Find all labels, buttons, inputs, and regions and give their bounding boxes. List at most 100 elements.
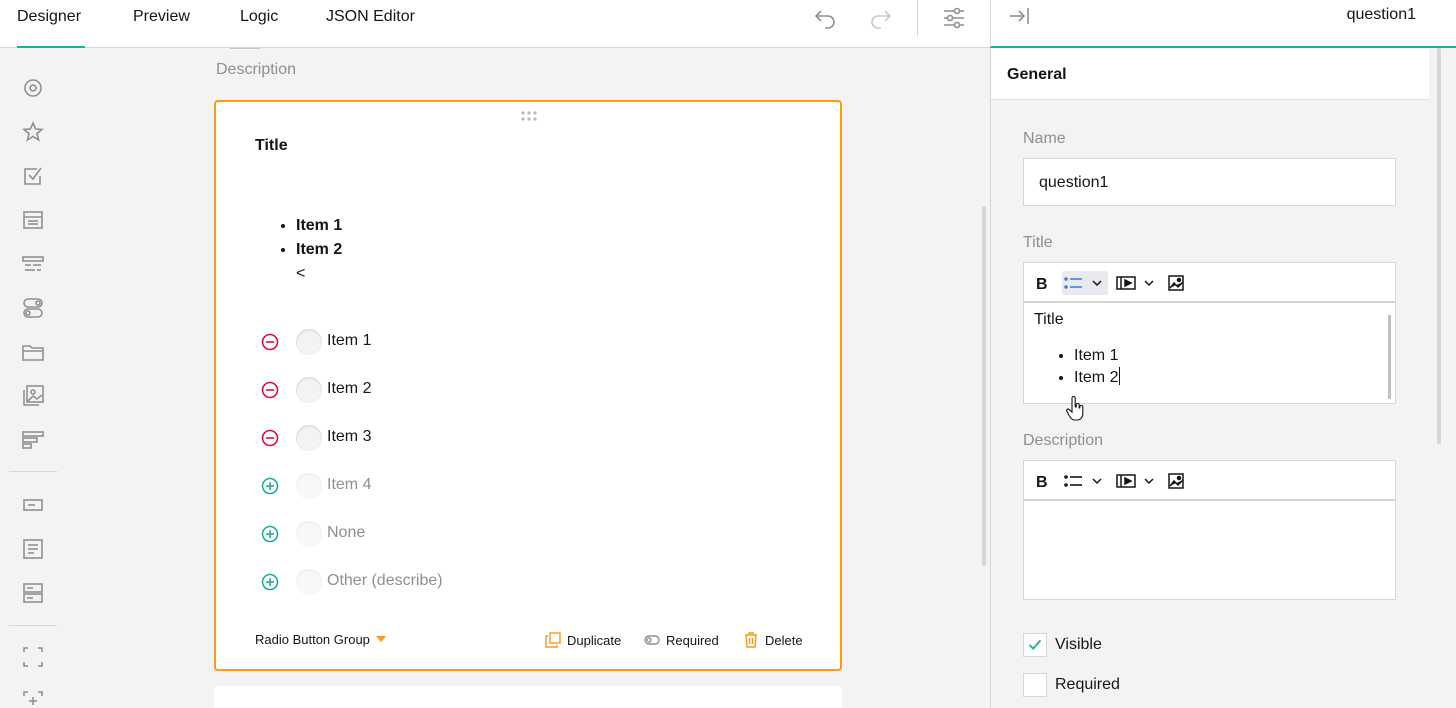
property-panel-scrollbar[interactable]: [1437, 48, 1441, 444]
top-bar: Designer Preview Logic JSON Editor: [0, 0, 990, 48]
duplicate-button[interactable]: Duplicate: [545, 628, 621, 652]
radio-button[interactable]: [296, 521, 322, 547]
title-editor-scrollbar[interactable]: [1388, 315, 1391, 399]
image-icon[interactable]: [1168, 271, 1184, 295]
ranking-icon[interactable]: [21, 428, 45, 452]
tab-preview-label: Preview: [133, 8, 190, 25]
page-description[interactable]: Description: [216, 61, 296, 79]
description-editor-content[interactable]: [1023, 500, 1396, 600]
tab-designer-label: Designer: [17, 8, 82, 25]
required-label: Required: [1055, 676, 1120, 693]
canvas-scrollbar[interactable]: [982, 206, 986, 566]
choice-label[interactable]: Item 3: [327, 428, 371, 446]
next-question-card[interactable]: [214, 686, 842, 708]
trash-icon: [745, 632, 757, 648]
media-embed-button[interactable]: [1116, 469, 1154, 493]
chevron-down-icon: [1092, 280, 1102, 287]
bold-icon[interactable]: B: [1034, 271, 1050, 295]
title-label: Title: [1023, 234, 1053, 251]
title-editor-list-item: Item 2: [1074, 367, 1121, 389]
required-toggle[interactable]: Required: [644, 628, 719, 652]
delete-label: Delete: [765, 632, 803, 648]
chevron-down-icon: [1092, 478, 1102, 485]
image-icon[interactable]: [1168, 469, 1184, 493]
design-canvas: Description Title Item 1 Item 2 < Item 1…: [66, 48, 990, 708]
bold-icon[interactable]: B: [1034, 469, 1050, 493]
choice-label[interactable]: Item 4: [327, 476, 371, 494]
question-card-selected[interactable]: Title Item 1 Item 2 < Item 1Item 2Item 3…: [214, 100, 842, 671]
description-editor-toolbar: B: [1023, 460, 1396, 500]
bulleted-list-button[interactable]: [1062, 469, 1108, 493]
remove-choice-icon[interactable]: [261, 429, 279, 447]
radio-button[interactable]: [296, 473, 322, 499]
bulleted-list-icon: [1064, 475, 1082, 487]
choice-item[interactable]: Other (describe): [261, 568, 661, 596]
property-panel-header: question1: [990, 0, 1456, 48]
question-title[interactable]: Title: [255, 137, 288, 155]
checkbox-icon[interactable]: [21, 164, 45, 188]
undo-icon[interactable]: [813, 6, 837, 30]
question-type-selector[interactable]: Radio Button Group: [255, 632, 370, 647]
choice-label[interactable]: Other (describe): [327, 572, 443, 590]
tab-logic[interactable]: Logic: [240, 0, 278, 48]
comment-icon[interactable]: [21, 537, 45, 561]
text-icon[interactable]: [21, 493, 45, 517]
visible-checkbox[interactable]: [1023, 633, 1047, 657]
media-embed-button[interactable]: [1116, 271, 1154, 295]
choice-item[interactable]: Item 1: [261, 328, 661, 356]
video-icon: [1116, 276, 1136, 290]
question-title-list: Item 1 Item 2 <: [256, 214, 342, 286]
name-input[interactable]: question1: [1023, 158, 1396, 206]
remove-choice-icon[interactable]: [261, 381, 279, 399]
svg-text:B: B: [1036, 474, 1048, 489]
bulleted-list-button[interactable]: [1062, 271, 1108, 295]
toolbox-divider-2: [9, 625, 57, 626]
tab-logic-label: Logic: [240, 8, 279, 25]
collapse-panel-icon[interactable]: [1007, 4, 1031, 28]
imagepicker-icon[interactable]: [21, 384, 45, 408]
property-panel: General Name question1 Title B Title Ite…: [990, 48, 1456, 708]
tab-preview[interactable]: Preview: [133, 0, 190, 48]
required-checkbox[interactable]: [1023, 673, 1047, 697]
paneldynamic-icon[interactable]: [21, 689, 45, 708]
panel-icon[interactable]: [21, 645, 45, 669]
choice-item[interactable]: Item 3: [261, 424, 661, 452]
choice-label[interactable]: None: [327, 524, 365, 542]
boolean-icon[interactable]: [21, 296, 45, 320]
tab-designer[interactable]: Designer: [17, 0, 85, 48]
radio-button[interactable]: [296, 569, 322, 595]
section-general-header[interactable]: General: [991, 48, 1429, 100]
title-editor-content[interactable]: Title Item 1 Item 2: [1023, 302, 1396, 404]
choice-item[interactable]: Item 2: [261, 376, 661, 404]
choice-label[interactable]: Item 1: [327, 332, 371, 350]
radio-button[interactable]: [296, 329, 322, 355]
tagbox-icon[interactable]: [21, 252, 45, 276]
tab-json-editor[interactable]: JSON Editor: [326, 0, 415, 48]
file-icon[interactable]: [21, 340, 45, 364]
drag-handle-icon[interactable]: [520, 110, 538, 122]
add-choice-icon[interactable]: [261, 477, 279, 495]
check-icon: [1028, 639, 1042, 651]
radio-button[interactable]: [296, 377, 322, 403]
rating-icon[interactable]: [21, 120, 45, 144]
redo-icon[interactable]: [869, 6, 893, 30]
choice-item[interactable]: None: [261, 520, 661, 548]
title-list-item: Item 1: [296, 214, 342, 238]
radio-button[interactable]: [296, 425, 322, 451]
remove-choice-icon[interactable]: [261, 333, 279, 351]
chevron-down-icon[interactable]: [376, 636, 386, 642]
choice-label[interactable]: Item 2: [327, 380, 371, 398]
delete-button[interactable]: Delete: [743, 628, 803, 652]
dropdown-icon[interactable]: [21, 208, 45, 232]
title-list-item: Item 2: [296, 238, 342, 262]
question-footer: Radio Button Group Duplicate Required De…: [216, 628, 840, 652]
choice-item[interactable]: Item 4: [261, 472, 661, 500]
text-caret: [1119, 367, 1121, 385]
radiogroup-icon[interactable]: [21, 76, 45, 100]
description-label: Description: [1023, 432, 1104, 449]
settings-sliders-icon[interactable]: [942, 6, 966, 30]
add-choice-icon[interactable]: [261, 573, 279, 591]
add-choice-icon[interactable]: [261, 525, 279, 543]
hand-cursor-icon: [1066, 396, 1084, 421]
multipletext-icon[interactable]: [21, 581, 45, 605]
